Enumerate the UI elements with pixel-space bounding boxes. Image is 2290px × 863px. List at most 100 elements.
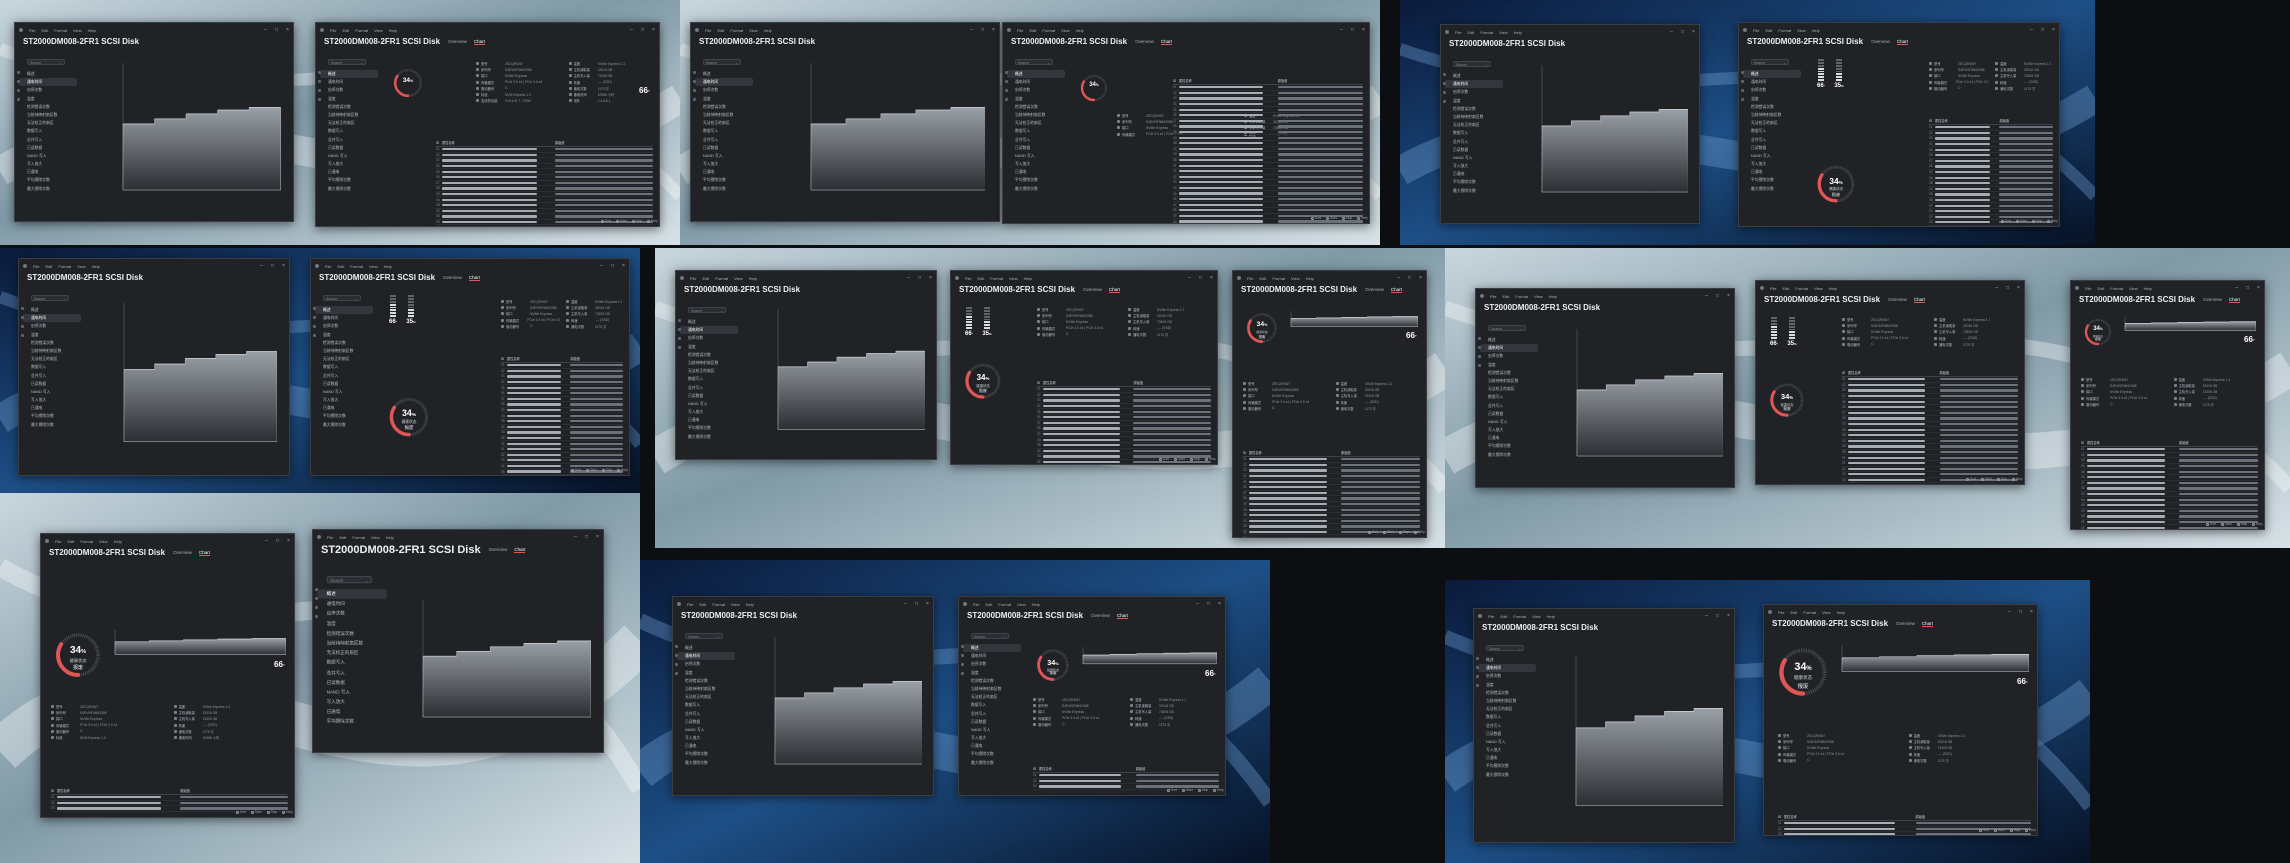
close-button[interactable]: × xyxy=(1688,28,1699,37)
minimize-button[interactable]: – xyxy=(900,600,911,609)
footer-sort-button[interactable]: Sort xyxy=(1159,457,1169,461)
search-input[interactable]: Search ⌄ xyxy=(1486,645,1524,651)
menu-item-help[interactable]: Help xyxy=(1829,286,1837,291)
menu-item-format[interactable]: Format xyxy=(1803,610,1816,615)
menu-item-file[interactable]: File xyxy=(29,28,35,33)
sidebar-item[interactable]: 无法校正的扇区 xyxy=(680,367,738,375)
sidebar-item[interactable]: 通电时间 xyxy=(320,78,378,86)
menu-item-edit[interactable]: Edit xyxy=(977,276,984,281)
sidebar-item[interactable]: 检测错误次数 xyxy=(677,677,735,685)
footer-sort-button[interactable]: Sort xyxy=(1979,828,1989,832)
sidebar-item[interactable]: 无法校正的扇区 xyxy=(1445,121,1503,129)
menu-item-format[interactable]: Format xyxy=(352,535,365,540)
footer-stop-button[interactable]: Stop xyxy=(2031,219,2042,223)
footer-help-button[interactable]: Help xyxy=(647,219,658,223)
footer-help-button[interactable]: Help xyxy=(2252,522,2263,526)
maximize-button[interactable]: □ xyxy=(2242,284,2253,293)
menu-item-view[interactable]: View xyxy=(1822,610,1831,615)
footer-start-button[interactable]: Start xyxy=(615,219,627,223)
close-button[interactable]: × xyxy=(1723,612,1734,621)
footer-sort-button[interactable]: Sort xyxy=(571,468,581,472)
sidebar-item[interactable]: NAND 写入 xyxy=(1480,418,1538,426)
sidebar-item[interactable]: 已读数据 xyxy=(23,380,81,388)
sidebar-item[interactable]: 启停次数 xyxy=(677,660,735,668)
menu-item-file[interactable]: File xyxy=(1753,28,1759,33)
sidebar-item[interactable]: 当前待映射扇区数 xyxy=(963,685,1021,693)
maximize-button[interactable]: □ xyxy=(272,537,283,546)
sidebar-item[interactable]: 数据写入 xyxy=(695,127,753,135)
sidebar-item[interactable]: 概述 xyxy=(677,644,735,652)
footer-stop-button[interactable]: Stop xyxy=(1996,477,2007,481)
sidebar-item[interactable]: 温度 xyxy=(315,331,373,339)
menu-item-file[interactable]: File xyxy=(965,276,971,281)
close-button[interactable]: × xyxy=(925,274,936,283)
footer-start-button[interactable]: Start xyxy=(1382,530,1394,534)
menu-item-help[interactable]: Help xyxy=(1032,602,1040,607)
close-button[interactable]: × xyxy=(283,537,294,546)
menu-item-file[interactable]: File xyxy=(55,539,61,544)
menu-item-file[interactable]: File xyxy=(687,602,693,607)
menu-item-edit[interactable]: Edit xyxy=(1467,30,1474,35)
footer-stop-button[interactable]: Stop xyxy=(2009,828,2020,832)
footer-start-button[interactable]: Start xyxy=(585,468,597,472)
menu-item-format[interactable]: Format xyxy=(1515,294,1528,299)
menu-item-format[interactable]: Format xyxy=(1778,28,1791,33)
sidebar-item[interactable]: NAND 写入 xyxy=(680,400,738,408)
table-row[interactable]: 06 xyxy=(501,475,623,476)
sidebar-item[interactable]: 检测错误次数 xyxy=(1480,369,1538,377)
sidebar-item[interactable]: 平均擦除次数 xyxy=(1478,762,1536,770)
menu-item-view[interactable]: View xyxy=(749,28,758,33)
sidebar-item[interactable]: 温度 xyxy=(1445,97,1503,105)
footer-help-button[interactable]: Help xyxy=(1213,788,1224,792)
sidebar-item[interactable]: 总共写入 xyxy=(317,668,387,678)
close-button[interactable]: × xyxy=(592,533,603,542)
menu-item-file[interactable]: File xyxy=(327,535,333,540)
menu-item-help[interactable]: Help xyxy=(1547,614,1555,619)
minimize-button[interactable]: – xyxy=(596,262,607,271)
sidebar-item[interactable]: 写入放大 xyxy=(677,734,735,742)
menu-item-view[interactable]: View xyxy=(2129,286,2138,291)
search-input[interactable]: Search ⌄ xyxy=(328,59,366,65)
sidebar-item[interactable]: 写入放大 xyxy=(1743,160,1801,168)
menu-item-format[interactable]: Format xyxy=(1513,614,1526,619)
tab-chart[interactable]: Chart xyxy=(514,547,526,553)
maximize-button[interactable]: □ xyxy=(1347,26,1358,35)
minimize-button[interactable]: – xyxy=(2004,608,2015,617)
menu-item-view[interactable]: View xyxy=(1814,286,1823,291)
sidebar-item[interactable]: 最大擦除次数 xyxy=(1480,451,1538,459)
sidebar-item[interactable]: 通电时间 xyxy=(1007,78,1065,86)
sidebar-item[interactable]: 数据写入 xyxy=(1743,127,1801,135)
menu-item-view[interactable]: View xyxy=(1499,30,1508,35)
sidebar-item[interactable]: 总共写入 xyxy=(1007,136,1065,144)
sidebar-item[interactable]: 数据写入 xyxy=(1445,129,1503,137)
footer-start-button[interactable]: Start xyxy=(1993,828,2005,832)
footer-stop-button[interactable]: Stop xyxy=(631,219,642,223)
minimize-button[interactable]: – xyxy=(570,533,581,542)
menu-item-help[interactable]: Help xyxy=(764,28,772,33)
minimize-button[interactable]: – xyxy=(1991,284,2002,293)
tab-overview[interactable]: Overview xyxy=(1083,287,1102,293)
sidebar-item[interactable]: 已通电 xyxy=(1007,168,1065,176)
menu-item-help[interactable]: Help xyxy=(1549,294,1557,299)
search-input[interactable]: Search ⌄ xyxy=(27,59,65,65)
search-input[interactable]: Search ⌄ xyxy=(688,307,726,313)
sidebar-item[interactable]: 启停次数 xyxy=(680,334,738,342)
menu-item-file[interactable]: File xyxy=(1770,286,1776,291)
sidebar-item[interactable]: 数据写入 xyxy=(320,127,378,135)
table-row[interactable]: 04 xyxy=(1929,226,2053,227)
sidebar-item[interactable]: 温度 xyxy=(677,669,735,677)
sidebar-item[interactable]: 概述 xyxy=(1480,336,1538,344)
sidebar-item[interactable]: 检测错误次数 xyxy=(1743,103,1801,111)
sidebar-item[interactable]: 总共写入 xyxy=(19,136,77,144)
menu-item-format[interactable]: Format xyxy=(350,264,363,269)
footer-start-button[interactable]: Start xyxy=(1173,457,1185,461)
maximize-button[interactable]: □ xyxy=(1203,600,1214,609)
menu-item-format[interactable]: Format xyxy=(712,602,725,607)
sidebar-item[interactable]: 已读数据 xyxy=(1480,410,1538,418)
sidebar-item[interactable]: 写入放大 xyxy=(23,396,81,404)
footer-stop-button[interactable]: Stop xyxy=(1197,788,1208,792)
menu-item-view[interactable]: View xyxy=(1009,276,1018,281)
close-button[interactable]: × xyxy=(1206,274,1217,283)
minimize-button[interactable]: – xyxy=(1393,274,1404,283)
sidebar-item[interactable]: 已通电 xyxy=(1743,168,1801,176)
